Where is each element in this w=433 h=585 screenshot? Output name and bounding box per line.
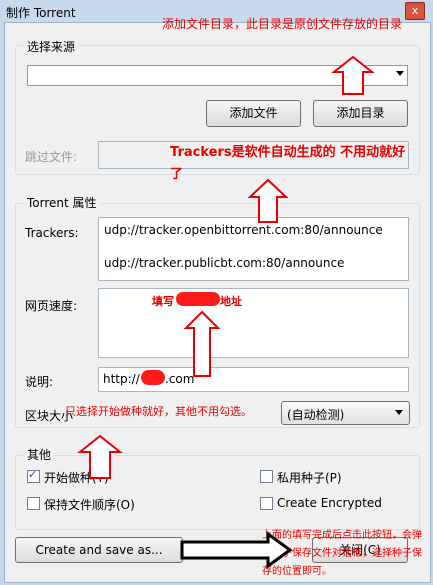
right-arrow-icon — [180, 531, 293, 569]
annotation-arrows — [77, 55, 375, 569]
up-arrow-icon — [77, 434, 123, 479]
up-arrow-icon — [183, 310, 221, 377]
up-arrow-icon — [331, 55, 375, 95]
up-arrow-icon — [247, 178, 289, 223]
